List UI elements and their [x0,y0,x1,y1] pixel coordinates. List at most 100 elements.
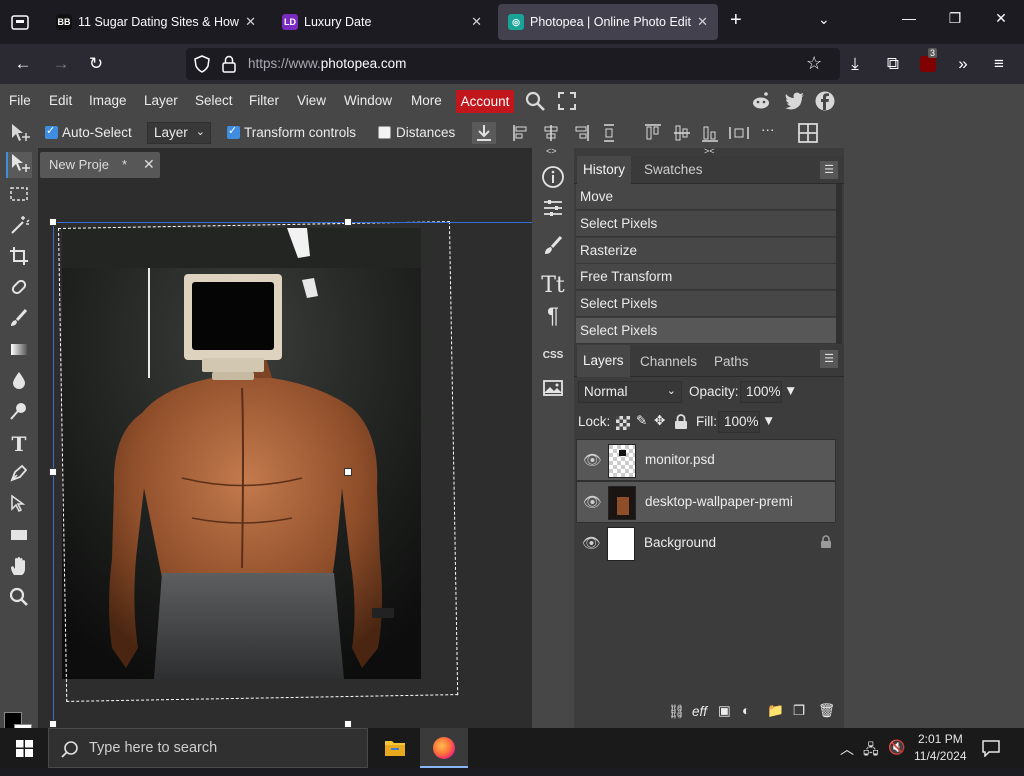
new-tab-icon[interactable]: + [730,9,742,32]
downloads-icon[interactable]: ⤓ [844,54,866,74]
auto-select-target-dropdown[interactable]: Layer ⌄ [147,122,211,144]
history-item[interactable]: Move [576,184,836,210]
reddit-icon[interactable] [751,91,771,111]
lock-position-icon[interactable]: ✥ [654,413,665,429]
blend-mode-dropdown[interactable]: Normal ⌄ [578,381,682,403]
tab-channels[interactable]: Channels [640,354,697,369]
rectangle-tool-icon[interactable] [6,524,32,550]
account-button[interactable]: Account [456,90,514,113]
forward-arrow-icon[interactable]: → [50,54,72,74]
eye-icon[interactable]: 👁 [583,493,602,511]
layer-name[interactable]: monitor.psd [645,452,799,467]
transform-handle[interactable] [49,720,57,728]
tab-list-chevron-icon[interactable]: ⌄ [818,11,830,28]
transform-controls-checkbox[interactable] [227,124,240,139]
transform-handle[interactable] [344,720,352,728]
layer-name[interactable]: desktop-wallpaper-premi [645,494,799,509]
close-tab-icon[interactable]: ✕ [471,14,482,30]
history-item[interactable]: Select Pixels [576,291,836,317]
blur-tool-icon[interactable] [6,369,32,395]
lock-all-icon[interactable] [674,414,688,435]
panel-menu-icon[interactable]: ☰ [820,350,838,368]
align-center-h-icon[interactable] [542,123,560,143]
url-text[interactable]: https://www.photopea.com [248,56,406,71]
menu-image[interactable]: Image [89,93,127,108]
marquee-tool-icon[interactable] [6,183,32,209]
grid-icon[interactable] [797,122,819,144]
volume-muted-icon[interactable]: 🔇 [888,739,905,756]
fill-field[interactable]: 100% [718,411,760,433]
address-bar[interactable]: https://www.photopea.com ☆ [186,48,840,80]
menu-select[interactable]: Select [195,93,233,108]
move-tool-options-icon[interactable] [10,123,32,143]
new-group-icon[interactable]: 📁 [767,703,784,719]
collapse-arrows-icon[interactable]: >< [704,146,715,156]
minimize-icon[interactable]: — [897,10,921,26]
layer-effects-icon[interactable]: eff [692,704,707,719]
tab-overview-icon[interactable] [10,12,30,32]
delete-layer-icon[interactable]: 🗑 [818,703,835,719]
fullscreen-icon[interactable] [557,91,577,111]
transform-handle[interactable] [344,218,352,226]
css-icon[interactable]: CSS [541,344,565,368]
tab-history[interactable]: History [577,156,632,184]
distances-checkbox[interactable] [378,126,391,139]
menu-window[interactable]: Window [344,93,392,108]
info-icon[interactable] [541,165,565,189]
menu-more[interactable]: More [411,93,442,108]
adjustment-layer-icon[interactable]: ◐ [742,703,750,718]
download-arrow-icon[interactable] [472,122,496,144]
brush-tool-icon[interactable] [6,307,32,333]
history-scrollbar[interactable] [836,184,842,344]
show-hidden-icons-chevron-icon[interactable]: ︿ [840,739,854,759]
history-item[interactable]: Select Pixels [576,211,836,237]
lock-icon[interactable] [222,55,236,78]
fill-caret-icon[interactable]: ▼ [762,413,775,428]
close-window-icon[interactable]: ✕ [989,10,1013,27]
distribute-horizontal-icon[interactable] [728,123,750,143]
taskbar-search-box[interactable]: Type here to search [48,728,368,768]
network-icon[interactable]: 🖧 [863,739,879,763]
document-tab[interactable]: New Proje * ✕ [40,152,160,178]
tab-paths[interactable]: Paths [714,354,749,369]
gradient-tool-icon[interactable] [6,338,32,364]
menu-file[interactable]: File [9,93,31,108]
link-layers-icon[interactable]: ⛓ [668,704,685,720]
eye-icon[interactable]: 👁 [583,451,602,469]
more-options-icon[interactable]: ··· [761,122,775,137]
crop-tool-icon[interactable] [6,245,32,271]
search-icon[interactable] [524,90,546,112]
history-item[interactable]: Rasterize [576,238,836,264]
firefox-taskbar-button[interactable] [420,728,468,768]
windows-start-icon[interactable] [16,740,33,762]
clock-date[interactable]: 11/4/2024 [914,749,967,763]
twitter-icon[interactable] [784,91,806,111]
auto-select-checkbox[interactable] [45,124,58,139]
restore-icon[interactable]: ❐ [943,10,967,27]
align-middle-v-icon[interactable] [672,123,692,143]
file-explorer-icon[interactable] [384,738,406,758]
tab-swatches[interactable]: Swatches [644,162,703,177]
menu-edit[interactable]: Edit [49,93,72,108]
opacity-field[interactable]: 100% [740,381,782,403]
history-item[interactable]: Free Transform [576,264,836,290]
bookmark-star-icon[interactable]: ☆ [806,53,822,74]
close-document-icon[interactable]: ✕ [143,156,155,173]
transform-handle[interactable] [49,468,57,476]
new-layer-icon[interactable]: ❐ [793,703,805,719]
reload-icon[interactable]: ↻ [85,54,107,74]
browser-tab-active[interactable]: ◎ Photopea | Online Photo Editor ✕ [498,4,718,40]
close-tab-icon[interactable]: ✕ [245,14,256,30]
character-icon[interactable]: Tt [541,274,565,298]
overflow-chevrons-icon[interactable]: » [952,54,974,74]
adjustments-icon[interactable] [541,196,565,220]
layer-row[interactable]: 👁 monitor.psd [576,439,836,481]
align-left-icon[interactable] [512,123,530,143]
magic-wand-icon[interactable] [6,214,32,240]
align-top-icon[interactable] [643,123,663,143]
brush-settings-icon[interactable] [541,234,565,258]
menu-view[interactable]: View [297,93,326,108]
ublock-extension-icon[interactable]: 3 [920,48,938,72]
type-tool-icon[interactable]: T [6,431,32,457]
menu-filter[interactable]: Filter [249,93,279,108]
